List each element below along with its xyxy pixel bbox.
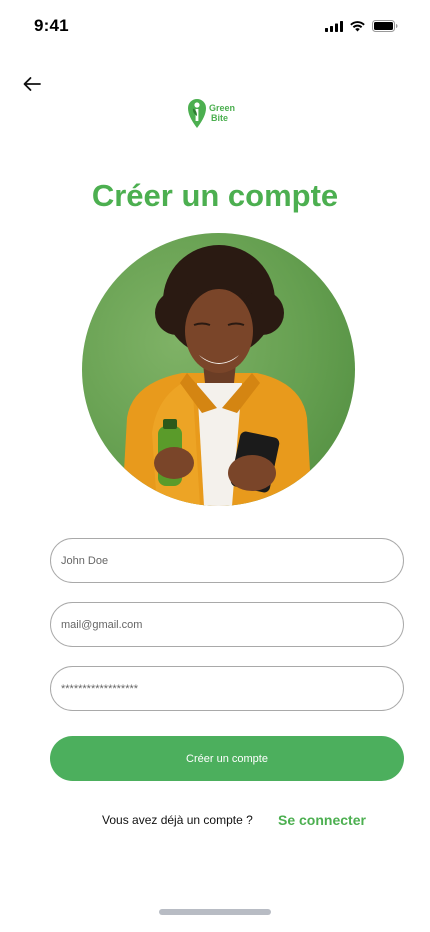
battery-icon [372, 20, 398, 32]
create-account-button[interactable]: Créer un compte [50, 736, 404, 781]
login-prompt: Vous avez déjà un compte ? [102, 813, 253, 827]
hero-image [82, 233, 355, 506]
logo-wordmark: Green Bite [209, 103, 235, 123]
email-field[interactable] [50, 602, 404, 647]
back-button[interactable] [20, 72, 44, 96]
name-field[interactable] [50, 538, 404, 583]
login-row: Vous avez déjà un compte ? Se connecter [0, 812, 430, 830]
arrow-left-icon [23, 77, 41, 91]
logo-line-1: Green [209, 103, 236, 113]
page-title: Créer un compte [91, 178, 339, 213]
wifi-icon [350, 21, 365, 32]
login-link[interactable]: Se connecter [278, 812, 366, 828]
password-input[interactable] [61, 682, 393, 695]
woman-with-phone-illustration [122, 245, 312, 506]
home-indicator [159, 909, 271, 915]
name-input[interactable] [61, 554, 393, 567]
status-bar: 9:41 [0, 0, 430, 54]
cellular-signal-icon [325, 20, 343, 32]
status-icons [325, 20, 398, 32]
logo-line-2: Bite [211, 113, 229, 123]
status-time: 9:41 [34, 16, 69, 35]
logo: Green Bite [187, 96, 235, 130]
email-input[interactable] [61, 618, 393, 631]
password-field[interactable] [50, 666, 404, 711]
leaf-pin-logo-icon [188, 99, 206, 128]
